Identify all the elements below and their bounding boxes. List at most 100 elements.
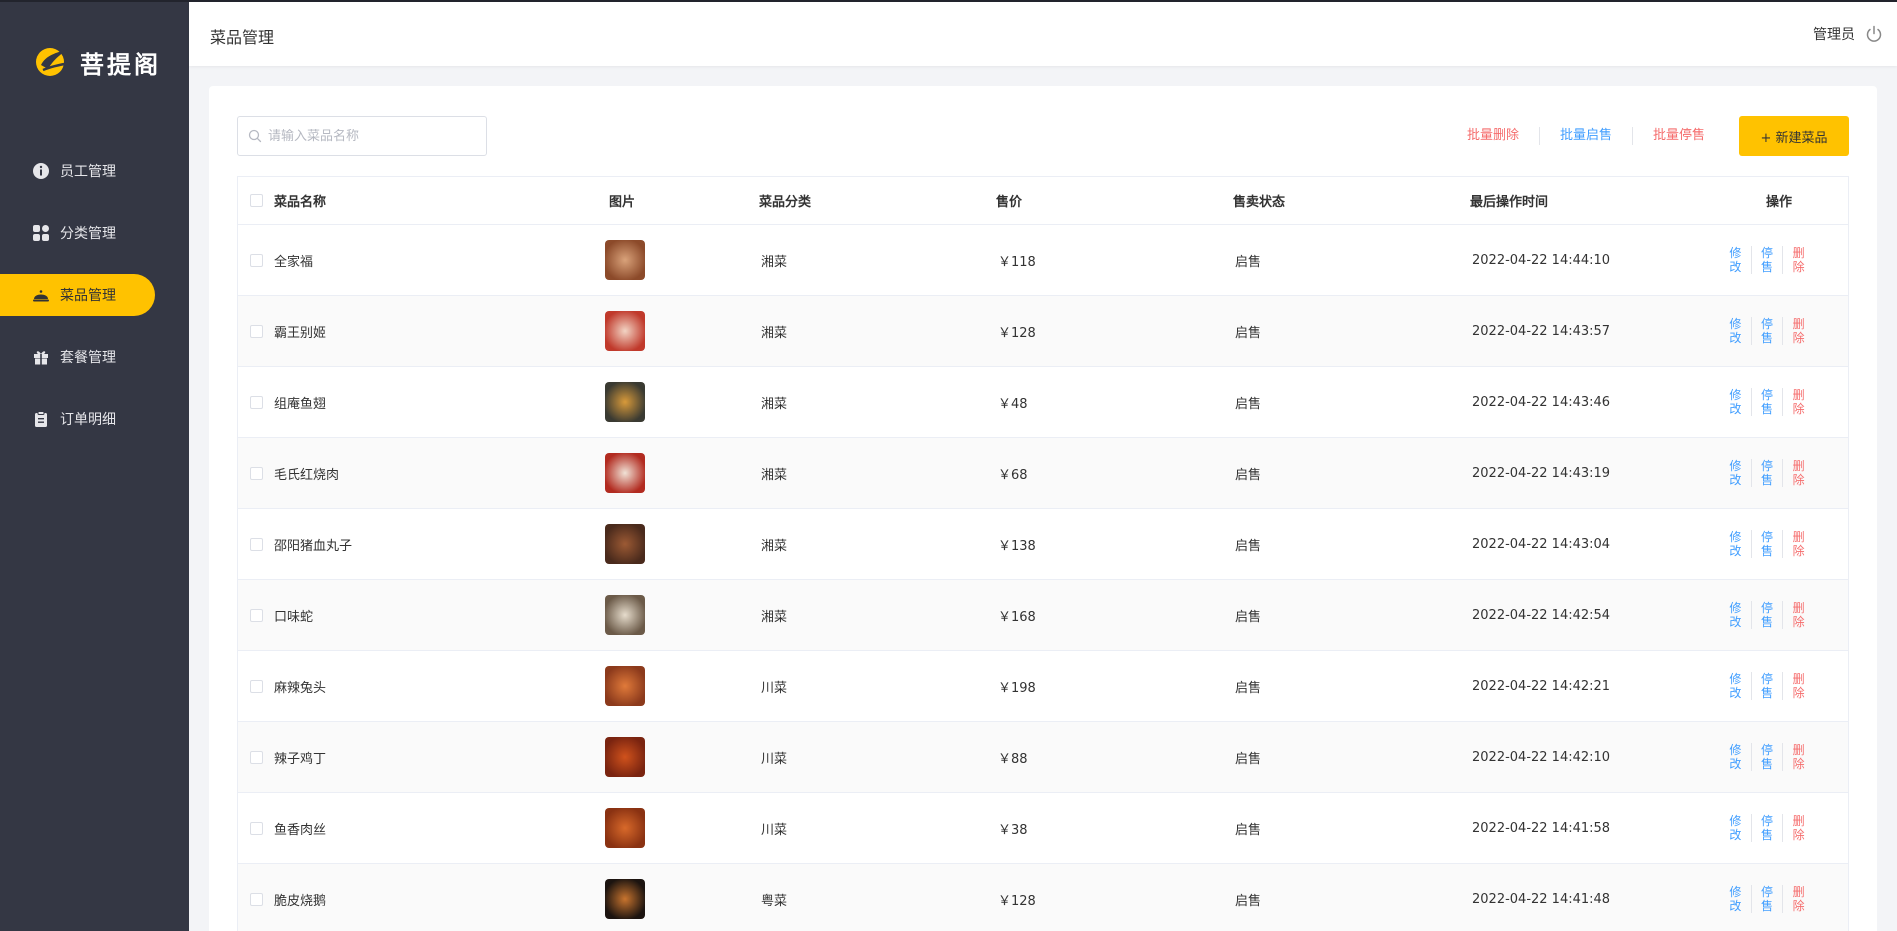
dish-thumbnail bbox=[605, 808, 645, 848]
batch-disable-button[interactable]: 批量停售 bbox=[1633, 127, 1725, 145]
delete-button[interactable]: 删除 bbox=[1783, 814, 1814, 842]
row-checkbox[interactable] bbox=[250, 679, 263, 693]
last-updated: 2022-04-22 14:42:54 bbox=[1472, 607, 1611, 623]
dish-name: 全家福 bbox=[274, 254, 314, 270]
row-checkbox[interactable] bbox=[250, 253, 263, 267]
toggle-sale-button[interactable]: 停售 bbox=[1752, 601, 1784, 629]
dish-price: ￥128 bbox=[998, 325, 1036, 341]
toggle-sale-button[interactable]: 停售 bbox=[1752, 530, 1784, 558]
column-header: 售价 bbox=[996, 195, 1023, 210]
user-name[interactable]: 管理员 bbox=[1813, 24, 1855, 44]
toggle-sale-button[interactable]: 停售 bbox=[1752, 672, 1784, 700]
toggle-sale-button[interactable]: 停售 bbox=[1752, 388, 1784, 416]
dish-name: 辣子鸡丁 bbox=[274, 751, 327, 767]
cloche-icon bbox=[32, 286, 50, 304]
delete-button[interactable]: 删除 bbox=[1783, 317, 1814, 345]
last-updated: 2022-04-22 14:43:57 bbox=[1472, 323, 1611, 339]
delete-button[interactable]: 删除 bbox=[1783, 672, 1814, 700]
row-checkbox[interactable] bbox=[250, 324, 263, 338]
grid-icon bbox=[32, 224, 50, 242]
content-card: 批量删除 批量启售 批量停售 + 新建菜品 菜品名称 图片 菜品分类 售价 售卖… bbox=[209, 86, 1877, 931]
last-updated: 2022-04-22 14:43:04 bbox=[1472, 536, 1611, 552]
power-icon[interactable] bbox=[1865, 25, 1883, 43]
sidebar: 菩提阁 员工管理 分类管理 菜品管理 套餐管理 订单明细 bbox=[0, 0, 189, 931]
delete-button[interactable]: 删除 bbox=[1783, 530, 1814, 558]
row-checkbox[interactable] bbox=[250, 750, 263, 764]
row-checkbox[interactable] bbox=[250, 608, 263, 622]
dish-thumbnail bbox=[605, 595, 645, 635]
top-bar: 菜品管理 管理员 bbox=[189, 0, 1897, 66]
edit-button[interactable]: 修改 bbox=[1720, 885, 1752, 913]
dish-name: 鱼香肉丝 bbox=[274, 822, 327, 838]
brand-logo[interactable]: 菩提阁 bbox=[34, 44, 161, 80]
sidebar-item-label: 订单明细 bbox=[60, 412, 116, 428]
sidebar-item-setmeals[interactable]: 套餐管理 bbox=[0, 336, 189, 378]
edit-button[interactable]: 修改 bbox=[1720, 388, 1752, 416]
toggle-sale-button[interactable]: 停售 bbox=[1752, 459, 1784, 487]
toggle-sale-button[interactable]: 停售 bbox=[1752, 814, 1784, 842]
search-box[interactable] bbox=[237, 116, 487, 156]
delete-button[interactable]: 删除 bbox=[1783, 459, 1814, 487]
dish-thumbnail bbox=[605, 737, 645, 777]
edit-button[interactable]: 修改 bbox=[1720, 743, 1752, 771]
search-input[interactable] bbox=[268, 128, 468, 144]
info-circle-icon bbox=[32, 162, 50, 180]
last-updated: 2022-04-22 14:42:10 bbox=[1472, 749, 1611, 765]
edit-button[interactable]: 修改 bbox=[1720, 530, 1752, 558]
last-updated: 2022-04-22 14:42:21 bbox=[1472, 678, 1611, 694]
dish-category: 湘菜 bbox=[761, 538, 788, 554]
toggle-sale-button[interactable]: 停售 bbox=[1752, 885, 1784, 913]
dish-name: 霸王别姬 bbox=[274, 325, 327, 341]
dish-category: 湘菜 bbox=[761, 254, 788, 270]
sidebar-item-dishes[interactable]: 菜品管理 bbox=[0, 274, 155, 316]
clipboard-icon bbox=[32, 410, 50, 428]
edit-button[interactable]: 修改 bbox=[1720, 672, 1752, 700]
row-checkbox[interactable] bbox=[250, 466, 263, 480]
row-checkbox[interactable] bbox=[250, 537, 263, 551]
dish-name: 脆皮烧鹅 bbox=[274, 893, 327, 909]
edit-button[interactable]: 修改 bbox=[1720, 601, 1752, 629]
table-row: 脆皮烧鹅 粤菜 ￥128 启售 2022-04-22 14:41:48 修改 停售 删除 bbox=[238, 864, 1848, 931]
sidebar-item-categories[interactable]: 分类管理 bbox=[0, 212, 189, 254]
last-updated: 2022-04-22 14:41:48 bbox=[1472, 891, 1611, 907]
column-header: 菜品名称 bbox=[274, 195, 327, 210]
batch-delete-button[interactable]: 批量删除 bbox=[1447, 127, 1540, 145]
search-icon bbox=[248, 129, 262, 143]
delete-button[interactable]: 删除 bbox=[1783, 246, 1814, 274]
dish-price: ￥88 bbox=[998, 751, 1028, 767]
delete-button[interactable]: 删除 bbox=[1783, 885, 1814, 913]
last-updated: 2022-04-22 14:43:46 bbox=[1472, 394, 1611, 410]
toggle-sale-button[interactable]: 停售 bbox=[1752, 743, 1784, 771]
select-all-checkbox[interactable] bbox=[250, 194, 263, 207]
dish-status: 启售 bbox=[1235, 538, 1262, 554]
delete-button[interactable]: 删除 bbox=[1783, 743, 1814, 771]
column-header: 图片 bbox=[609, 195, 636, 210]
dish-status: 启售 bbox=[1235, 751, 1262, 767]
dish-thumbnail bbox=[605, 453, 645, 493]
table-row: 全家福 湘菜 ￥118 启售 2022-04-22 14:44:10 修改 停售 删除 bbox=[238, 225, 1848, 296]
dish-thumbnail bbox=[605, 879, 645, 919]
batch-enable-button[interactable]: 批量启售 bbox=[1540, 127, 1633, 145]
delete-button[interactable]: 删除 bbox=[1783, 601, 1814, 629]
sidebar-item-employees[interactable]: 员工管理 bbox=[0, 150, 189, 192]
add-dish-button[interactable]: + 新建菜品 bbox=[1739, 116, 1849, 156]
edit-button[interactable]: 修改 bbox=[1720, 459, 1752, 487]
dish-price: ￥198 bbox=[998, 680, 1036, 696]
table-body: 全家福 湘菜 ￥118 启售 2022-04-22 14:44:10 修改 停售 删除 霸王别姬… bbox=[238, 225, 1848, 931]
delete-button[interactable]: 删除 bbox=[1783, 388, 1814, 416]
row-checkbox[interactable] bbox=[250, 395, 263, 409]
edit-button[interactable]: 修改 bbox=[1720, 814, 1752, 842]
dishes-table: 菜品名称 图片 菜品分类 售价 售卖状态 最后操作时间 操作 全家福 湘菜 ￥118… bbox=[237, 176, 1849, 931]
row-checkbox[interactable] bbox=[250, 821, 263, 835]
dish-status: 启售 bbox=[1235, 680, 1262, 696]
sidebar-item-orders[interactable]: 订单明细 bbox=[0, 398, 189, 440]
batch-actions: 批量删除 批量启售 批量停售 + 新建菜品 bbox=[1447, 116, 1849, 156]
table-row: 口味蛇 湘菜 ￥168 启售 2022-04-22 14:42:54 修改 停售 删除 bbox=[238, 580, 1848, 651]
dish-status: 启售 bbox=[1235, 254, 1262, 270]
edit-button[interactable]: 修改 bbox=[1720, 246, 1752, 274]
toggle-sale-button[interactable]: 停售 bbox=[1752, 317, 1784, 345]
toggle-sale-button[interactable]: 停售 bbox=[1752, 246, 1784, 274]
row-checkbox[interactable] bbox=[250, 892, 263, 906]
edit-button[interactable]: 修改 bbox=[1720, 317, 1752, 345]
dish-category: 湘菜 bbox=[761, 396, 788, 412]
